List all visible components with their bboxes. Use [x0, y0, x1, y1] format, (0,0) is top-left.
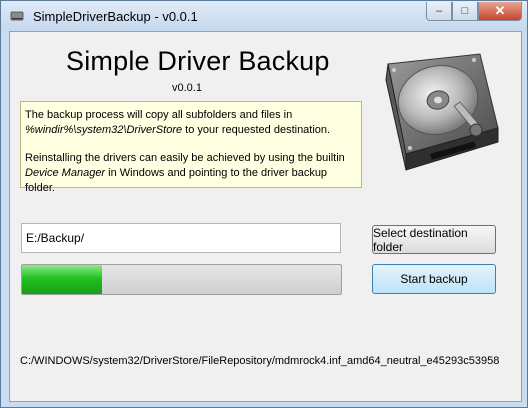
version-label: v0.0.1: [172, 82, 202, 94]
backup-progress-bar: [21, 264, 342, 295]
info-line-1: The backup process will copy all subfold…: [25, 109, 293, 121]
window-controls: – □ ✕: [426, 2, 522, 21]
minimize-button[interactable]: –: [426, 2, 452, 21]
info-line-2: to your requested destination.: [182, 124, 331, 136]
title-bar[interactable]: SimpleDriverBackup - v0.0.1 – □ ✕: [1, 1, 527, 31]
info-driverstore-path: %windir%\system32\DriverStore: [25, 124, 183, 136]
hard-drive-icon: [10, 11, 24, 21]
info-box: The backup process will copy all subfold…: [20, 101, 362, 194]
app-heading: Simple Driver Backup: [66, 46, 330, 76]
close-button[interactable]: ✕: [478, 2, 522, 21]
info-device-manager: Device Manager: [25, 167, 106, 179]
destination-path-input[interactable]: E:/Backup/: [21, 223, 341, 253]
start-backup-button[interactable]: Start backup: [372, 264, 496, 294]
select-destination-button[interactable]: Select destination folder: [372, 225, 496, 254]
client-area: Simple Driver Backup v0.0.1 The backup p…: [9, 31, 522, 402]
window-title: SimpleDriverBackup - v0.0.1: [33, 9, 198, 24]
info-line-3: Reinstalling the drivers can easily be a…: [25, 152, 345, 164]
progress-fill: [22, 265, 102, 294]
hard-drive-illustration: [385, 53, 499, 171]
app-window: SimpleDriverBackup - v0.0.1 – □ ✕ Simple…: [0, 0, 528, 408]
maximize-button[interactable]: □: [452, 2, 478, 21]
status-current-file: C:/WINDOWS/system32/DriverStore/FileRepo…: [20, 355, 500, 367]
